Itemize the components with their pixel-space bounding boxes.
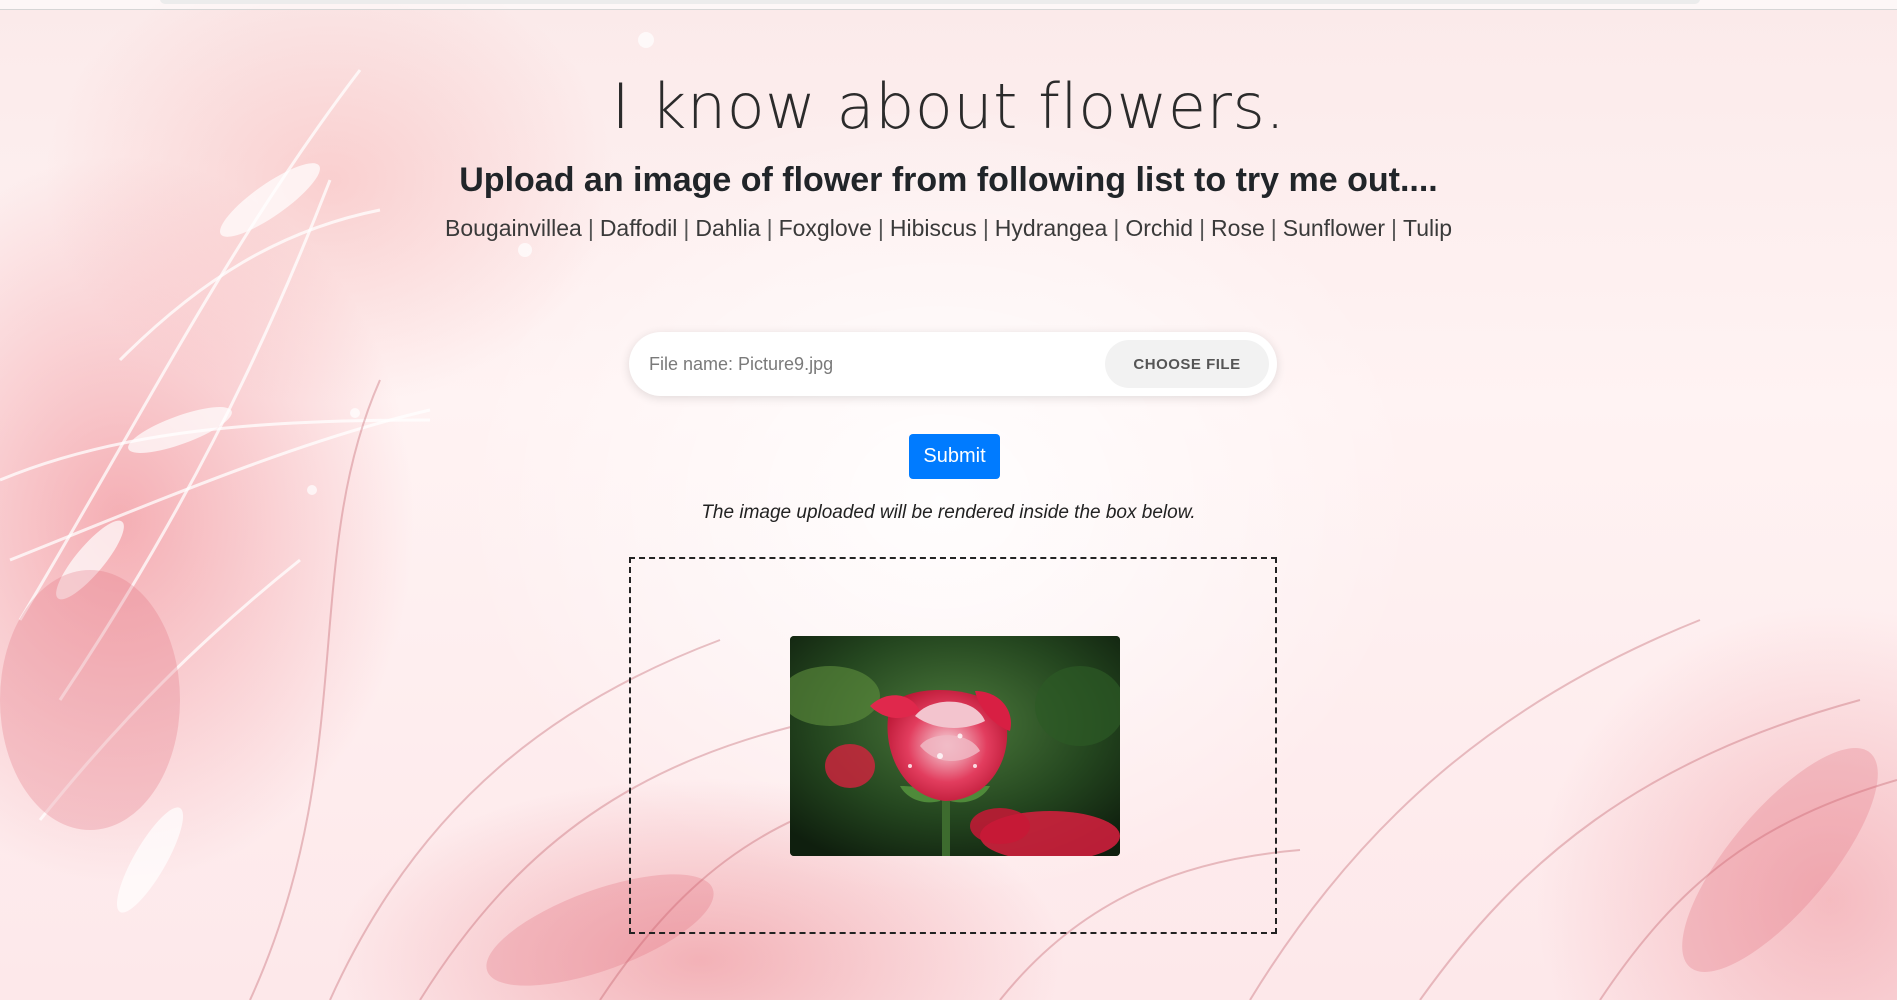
flower-list: Bougainvillea | Daffodil | Dahlia | Foxglove | H… xyxy=(0,215,1897,242)
image-preview-box xyxy=(629,557,1277,934)
separator: | xyxy=(877,215,884,241)
separator: | xyxy=(1391,215,1397,241)
flower-item: Sunflower xyxy=(1282,215,1386,241)
rose-image-illustration xyxy=(790,636,1120,856)
file-name-text: File name: Picture9.jpg xyxy=(649,354,834,374)
submit-button[interactable]: Submit xyxy=(909,434,1000,479)
flower-item: Foxglove xyxy=(778,215,872,241)
flower-item: Orchid xyxy=(1125,215,1194,241)
separator: | xyxy=(982,215,989,241)
flower-item: Bougainvillea xyxy=(445,215,582,241)
main-content: I know about flowers. Upload an image of… xyxy=(0,0,1897,1000)
flower-item: Hydrangea xyxy=(994,215,1108,241)
preview-hint: The image uploaded will be rendered insi… xyxy=(701,502,1196,523)
separator: | xyxy=(1199,215,1206,241)
separator: | xyxy=(766,215,773,241)
page-subtitle: Upload an image of flower from following… xyxy=(459,161,1438,199)
uploaded-image xyxy=(790,636,1120,856)
separator: | xyxy=(1113,215,1120,241)
flower-item: Tulip xyxy=(1403,215,1452,241)
flower-item: Dahlia xyxy=(695,215,761,241)
separator: | xyxy=(587,215,594,241)
file-input[interactable]: File name: Picture9.jpg CHOOSE FILE xyxy=(629,332,1277,396)
separator: | xyxy=(683,215,690,241)
separator: | xyxy=(1270,215,1277,241)
flower-item: Hibiscus xyxy=(889,215,977,241)
choose-file-button[interactable]: CHOOSE FILE xyxy=(1105,340,1269,388)
flower-item: Rose xyxy=(1211,215,1265,241)
page-title: I know about flowers. xyxy=(611,70,1286,143)
flower-item: Daffodil xyxy=(599,215,678,241)
